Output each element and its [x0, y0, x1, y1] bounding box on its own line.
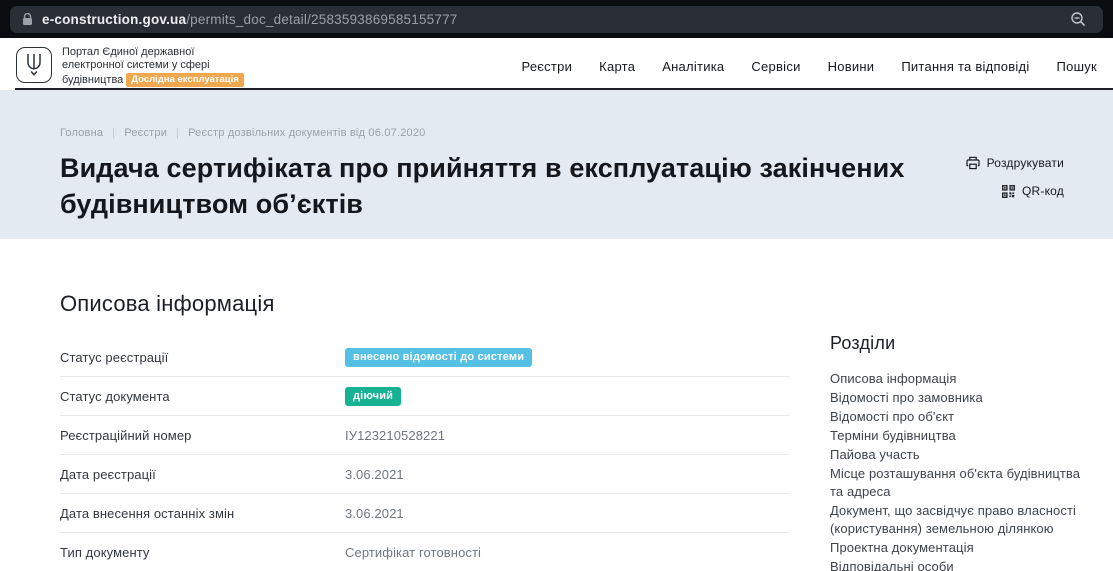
sections-sidebar: Розділи Описова інформація Відомості про…	[830, 291, 1083, 571]
portal-name: Портал Єдиної державної електронної сист…	[62, 46, 244, 87]
field-label: Статус документа	[60, 389, 345, 404]
breadcrumb-home[interactable]: Головна	[60, 127, 103, 139]
portal-name-line2: електронної системи у сфері	[62, 59, 210, 71]
hero-section: Головна Реєстри Реєстр дозвільних докуме…	[0, 90, 1113, 239]
nav-item-faq[interactable]: Питання та відповіді	[901, 59, 1029, 74]
sidebar-item-descriptive-info[interactable]: Описова інформація	[830, 370, 1083, 388]
qr-code-icon	[1002, 185, 1015, 198]
field-row-registration-number: Реєстраційний номер ІУ123210528221	[60, 416, 790, 455]
field-row-last-changes-date: Дата внесення останніх змін 3.06.2021	[60, 494, 790, 533]
nav-item-map[interactable]: Карта	[599, 59, 635, 74]
nav-item-registries[interactable]: Реєстри	[521, 59, 572, 74]
zoom-out-icon[interactable]	[1070, 11, 1091, 28]
sidebar-item-responsible-persons[interactable]: Відповідальні особи	[830, 558, 1083, 571]
url-domain: e-construction.gov.ua	[42, 12, 186, 27]
document-status-badge: діючий	[345, 387, 401, 406]
sidebar-item-land-ownership-document[interactable]: Документ, що засвідчує право власності (…	[830, 502, 1083, 538]
sidebar-title: Розділи	[830, 333, 1083, 354]
main-nav: Реєстри Карта Аналітика Сервіси Новини П…	[521, 59, 1099, 74]
print-label: Роздрукувати	[987, 156, 1064, 170]
qr-code-button[interactable]: QR-код	[1002, 184, 1064, 198]
field-label: Тип документу	[60, 545, 345, 560]
portal-name-line3: будівництва	[62, 74, 123, 86]
descriptive-info-section: Описова інформація Статус реєстрації вне…	[60, 291, 790, 571]
main-content: Описова інформація Статус реєстрації вне…	[0, 239, 1113, 571]
field-label: Статус реєстрації	[60, 350, 345, 365]
qr-code-label: QR-код	[1022, 184, 1064, 198]
field-label: Реєстраційний номер	[60, 428, 345, 443]
field-label: Дата реєстрації	[60, 467, 345, 482]
last-changes-date-value: 3.06.2021	[345, 506, 404, 521]
portal-name-line1: Портал Єдиної державної	[62, 46, 194, 58]
registration-number-value: ІУ123210528221	[345, 428, 445, 443]
field-row-document-status: Статус документа діючий	[60, 377, 790, 416]
url-text: e-construction.gov.ua/permits_doc_detail…	[42, 12, 458, 27]
field-row-registration-date: Дата реєстрації 3.06.2021	[60, 455, 790, 494]
page-title: Видача сертифіката про прийняття в експл…	[60, 151, 980, 223]
breadcrumb-registries[interactable]: Реєстри	[103, 127, 167, 139]
print-button[interactable]: Роздрукувати	[966, 156, 1064, 170]
field-row-document-type: Тип документу Сертифікат готовності	[60, 533, 790, 571]
site-header: Портал Єдиної державної електронної сист…	[0, 38, 1113, 88]
field-row-registration-status: Статус реєстрації внесено відомості до с…	[60, 338, 790, 377]
sidebar-item-customer-info[interactable]: Відомості про замовника	[830, 389, 1083, 407]
breadcrumb-current[interactable]: Реєстр дозвільних документів від 06.07.2…	[167, 127, 425, 139]
lock-icon	[22, 13, 33, 26]
beta-badge: Дослідна експлуатація	[126, 73, 243, 88]
nav-item-search[interactable]: Пошук	[1057, 59, 1097, 74]
sidebar-item-project-documentation[interactable]: Проектна документація	[830, 539, 1083, 557]
url-path: /permits_doc_detail/2583593869585155777	[186, 12, 457, 27]
sidebar-item-construction-terms[interactable]: Терміни будівництва	[830, 427, 1083, 445]
field-label: Дата внесення останніх змін	[60, 506, 345, 521]
ukraine-trident-logo	[16, 47, 52, 83]
printer-icon	[966, 156, 980, 170]
sidebar-item-location-address[interactable]: Місце розташування об'єкта будівництва т…	[830, 465, 1083, 501]
registration-date-value: 3.06.2021	[345, 467, 404, 482]
nav-item-services[interactable]: Сервіси	[751, 59, 800, 74]
breadcrumb: Головна Реєстри Реєстр дозвільних докуме…	[60, 127, 1063, 139]
section-title: Описова інформація	[60, 291, 790, 317]
browser-topbar: e-construction.gov.ua/permits_doc_detail…	[0, 0, 1113, 38]
registration-status-badge: внесено відомості до системи	[345, 348, 532, 367]
address-bar[interactable]: e-construction.gov.ua/permits_doc_detail…	[10, 6, 1103, 33]
nav-item-news[interactable]: Новини	[828, 59, 875, 74]
nav-item-analytics[interactable]: Аналітика	[662, 59, 724, 74]
sidebar-item-share-participation[interactable]: Пайова участь	[830, 446, 1083, 464]
document-type-value: Сертифікат готовності	[345, 545, 481, 560]
hero-actions: Роздрукувати	[966, 156, 1064, 198]
sidebar-item-object-info[interactable]: Відомості про об'єкт	[830, 408, 1083, 426]
site-logo[interactable]: Портал Єдиної державної електронної сист…	[16, 46, 244, 87]
page: e-construction.gov.ua/permits_doc_detail…	[0, 0, 1113, 571]
